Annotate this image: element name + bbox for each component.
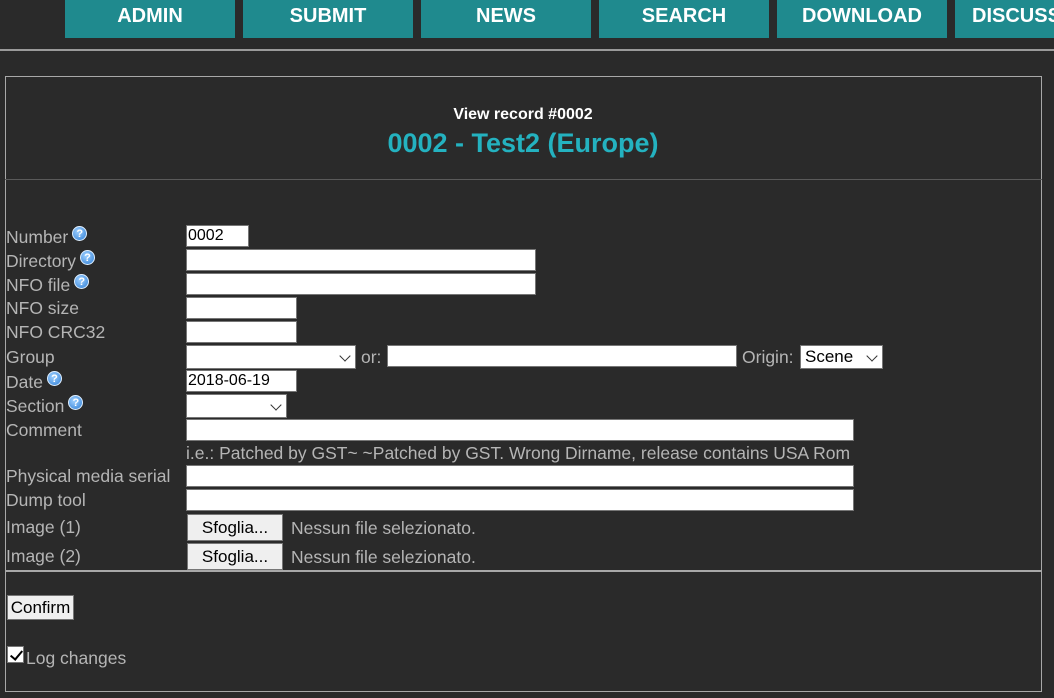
comment-hint: i.e.: Patched by GST~ ~Patched by GST. W… <box>186 443 851 463</box>
chevron-down-icon <box>270 399 282 411</box>
image2-label: Image (2) <box>6 546 81 566</box>
confirm-button[interactable]: Confirm <box>7 595 74 620</box>
help-icon[interactable]: ? <box>68 395 84 410</box>
record-title: 0002 - Test2 (Europe) <box>387 128 659 158</box>
group-select[interactable] <box>186 345 356 369</box>
image2-status: Nessun file selezionato. <box>291 547 476 567</box>
log-changes-checkbox[interactable] <box>7 646 24 663</box>
date-input[interactable] <box>186 370 297 392</box>
nfo-crc32-label: NFO CRC32 <box>6 322 106 342</box>
comment-input[interactable] <box>186 419 854 441</box>
date-label: Date <box>6 372 43 392</box>
header-divider <box>5 179 1042 180</box>
number-row-label: Number? <box>6 226 88 248</box>
origin-selected-value: Scene <box>805 347 854 366</box>
origin-label: Origin: <box>742 347 794 367</box>
comment-label: Comment <box>6 420 82 440</box>
dump-tool-label: Dump tool <box>6 490 86 510</box>
origin-select[interactable]: Scene <box>800 345 883 369</box>
chevron-down-icon <box>339 350 351 362</box>
group-other-input[interactable] <box>387 345 737 367</box>
image1-status: Nessun file selezionato. <box>291 518 476 538</box>
or-label: or: <box>361 347 382 367</box>
number-label: Number <box>6 227 69 247</box>
nfo-file-input[interactable] <box>186 273 536 295</box>
date-row-label: Date? <box>6 371 62 393</box>
nav-search[interactable]: SEARCH <box>599 0 769 38</box>
help-icon[interactable]: ? <box>80 250 96 265</box>
section-select[interactable] <box>186 394 287 418</box>
chevron-down-icon <box>866 350 878 362</box>
nav-admin[interactable]: ADMIN <box>65 0 235 38</box>
nfo-size-input[interactable] <box>186 297 297 319</box>
directory-row-label: Directory? <box>6 250 96 272</box>
nfo-file-row-label: NFO file? <box>6 274 90 296</box>
nfo-file-label: NFO file <box>6 275 71 295</box>
section-label: Section <box>6 396 65 416</box>
physical-media-serial-input[interactable] <box>186 465 854 487</box>
image1-browse-button[interactable]: Sfoglia... <box>187 514 283 541</box>
help-icon[interactable]: ? <box>74 274 90 289</box>
nav-discuss[interactable]: DISCUSS <box>955 0 1054 38</box>
record-panel <box>5 76 1042 692</box>
image1-label: Image (1) <box>6 517 81 537</box>
top-navigation: ADMIN SUBMIT NEWS SEARCH DOWNLOAD DISCUS… <box>0 0 1054 40</box>
log-changes-label: Log changes <box>26 648 127 668</box>
directory-label: Directory <box>6 251 77 271</box>
help-icon[interactable]: ? <box>72 226 88 241</box>
nav-download[interactable]: DOWNLOAD <box>777 0 947 38</box>
help-icon[interactable]: ? <box>46 371 62 386</box>
nfo-size-label: NFO size <box>6 298 79 318</box>
group-label: Group <box>6 347 55 367</box>
nav-news[interactable]: NEWS <box>421 0 591 38</box>
number-input[interactable] <box>186 225 249 247</box>
physical-media-serial-label: Physical media serial <box>6 466 171 486</box>
nav-separator <box>0 49 1054 51</box>
form-divider <box>5 570 1042 572</box>
view-record-label: View record #0002 <box>453 106 593 123</box>
dump-tool-input[interactable] <box>186 489 854 511</box>
nav-submit[interactable]: SUBMIT <box>243 0 413 38</box>
nfo-crc32-input[interactable] <box>186 321 297 343</box>
directory-input[interactable] <box>186 249 536 271</box>
section-row-label: Section? <box>6 395 84 417</box>
image2-browse-button[interactable]: Sfoglia... <box>187 543 283 570</box>
